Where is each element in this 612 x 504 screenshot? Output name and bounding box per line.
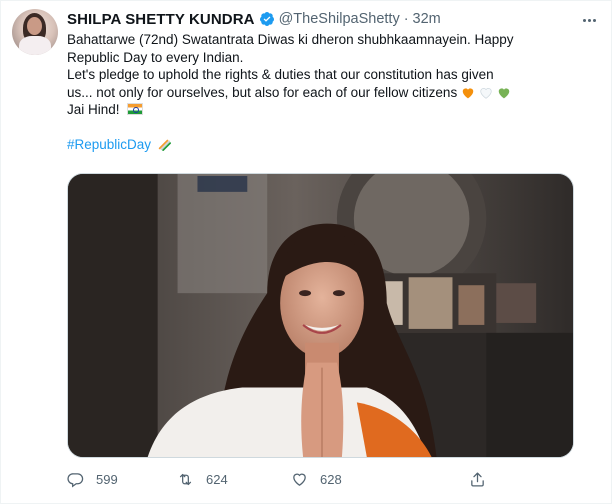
tweet-text-line: Jai Hind! [67,101,587,119]
tweet-text-line: Republic Day to every Indian. [67,49,244,65]
heart-icon [293,473,306,486]
retweet-button[interactable]: 624 [177,467,228,491]
verified-badge-icon [259,11,275,27]
tweet-text-line: Let's pledge to uphold the rights & duti… [67,67,494,82]
tweet-text-line: Bahattarwe (72nd) Swatantrata Diwas ki d… [67,32,514,47]
share-icon [471,471,484,487]
tweet-text: Bahattarwe (72nd) Swatantrata Diwas ki d… [67,31,587,154]
tweet-text-segment: us... not only for ourselves, but also f… [67,84,458,100]
white-heart-icon [480,87,492,99]
tweet-text-segment: Jai Hind! [67,102,120,117]
tweet-text-line: us... not only for ourselves, but also f… [67,84,587,102]
like-button[interactable]: 628 [291,467,342,491]
more-options-icon[interactable] [579,11,599,29]
tweet-actions: 599 624 628 [67,467,537,491]
retweet-count: 624 [206,471,228,487]
hashtag-link[interactable]: #RepublicDay [67,137,151,152]
tweet-text-line: #RepublicDay [67,136,587,154]
like-count: 628 [320,471,342,487]
tweet-header: SHILPA SHETTY KUNDRA @TheShilpaShetty · … [67,9,441,29]
india-flag-icon [127,103,144,115]
green-heart-icon [498,87,509,98]
orange-heart-icon [462,87,474,98]
reply-count: 599 [96,471,118,487]
share-button[interactable] [469,467,486,491]
tweet-card[interactable]: SHILPA SHETTY KUNDRA @TheShilpaShetty · … [0,0,612,504]
reply-button[interactable]: 599 [67,467,118,491]
tweet-timestamp[interactable]: 32m [413,11,441,27]
tricolor-sparkle-icon [158,139,171,151]
avatar[interactable] [12,9,58,55]
retweet-icon [179,473,192,485]
author-display-name[interactable]: SHILPA SHETTY KUNDRA [67,11,255,28]
reply-icon [67,472,84,487]
author-handle[interactable]: @TheShilpaShetty [279,11,400,27]
separator-dot: · [403,11,409,27]
tweet-media-image[interactable] [67,173,574,458]
